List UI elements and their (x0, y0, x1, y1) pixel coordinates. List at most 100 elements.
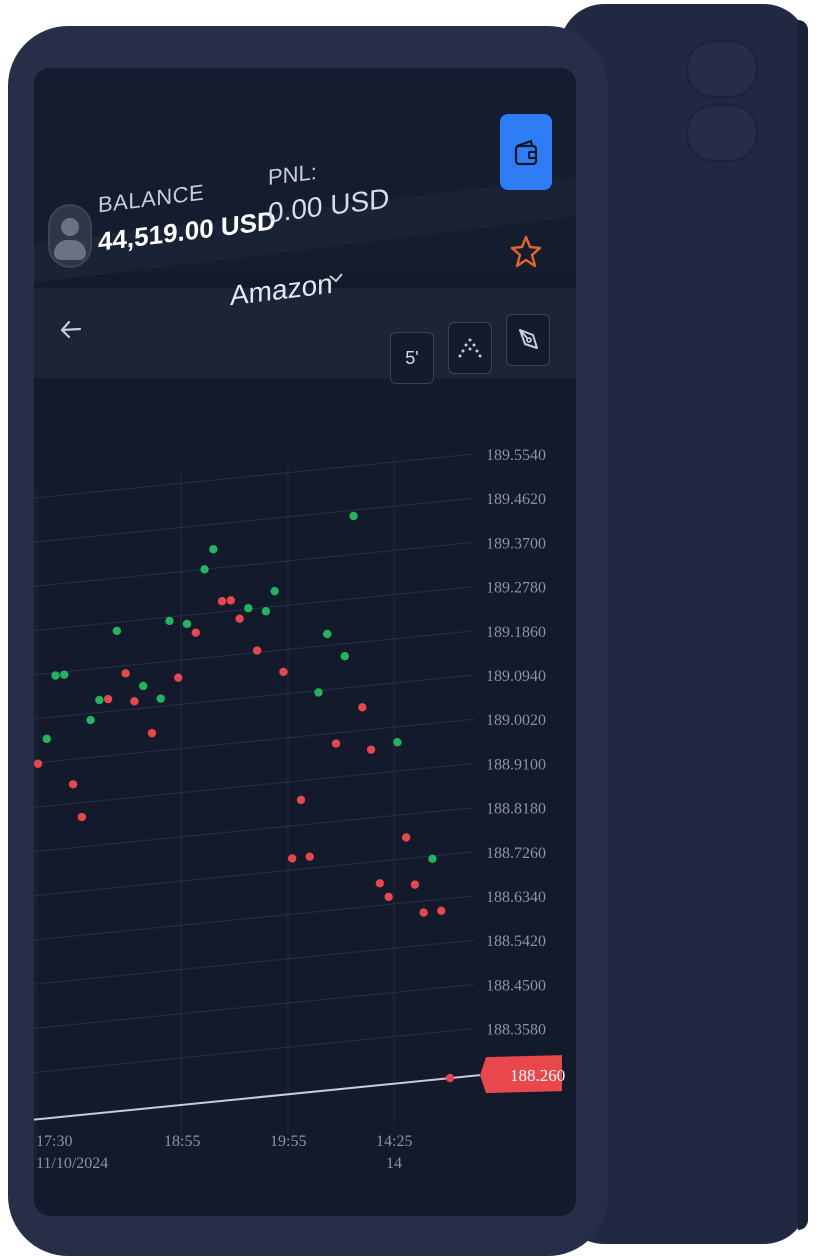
point-down (174, 673, 183, 682)
wallet-icon (514, 139, 538, 166)
scatter-dots-icon (458, 338, 482, 358)
x-tick-date: 14 (386, 1155, 402, 1172)
y-tick-label: 189.1860 (486, 624, 546, 641)
point-up (51, 671, 60, 680)
point-up (95, 695, 104, 705)
point-up (138, 681, 148, 691)
point-down (358, 703, 367, 712)
grid-h-line (34, 895, 475, 941)
grid-h-line (34, 762, 475, 808)
y-tick-label: 189.0020 (486, 712, 546, 729)
point-down (410, 880, 420, 889)
grid-h-line (34, 851, 475, 897)
point-up (200, 565, 209, 574)
point-up (112, 626, 122, 636)
grid-h-line (34, 586, 475, 632)
indicators-button[interactable] (448, 322, 492, 374)
grid-h-line (34, 939, 475, 985)
point-up (165, 616, 174, 626)
pen-tool-icon (519, 329, 538, 349)
point-down (305, 852, 314, 861)
point-down (121, 669, 130, 678)
point-down (235, 614, 244, 623)
point-up (270, 586, 279, 596)
point-up (244, 604, 253, 613)
point-up (340, 652, 350, 661)
point-up (182, 619, 192, 629)
device-back-edge (798, 20, 808, 1230)
point-down (288, 854, 297, 863)
point-down (34, 759, 43, 768)
x-tick-time: 18:55 (164, 1133, 200, 1150)
y-tick-label: 188.3580 (486, 1022, 546, 1039)
price-chart[interactable]: 189.5540 189.4620 189.3700 189.2780 189.1860… (34, 398, 576, 1216)
app-screen: BALANCE 44,519.00 USD PNL: 0.00 USD Amaz… (34, 68, 576, 1216)
wallet-button[interactable] (500, 114, 552, 190)
y-tick-label: 188.6340 (486, 889, 546, 906)
grid-h-line (34, 541, 475, 587)
point-up (156, 694, 165, 703)
point-down (445, 1073, 455, 1083)
chevron-down-icon[interactable] (328, 270, 344, 286)
x-tick-time: 17:30 (36, 1133, 72, 1150)
point-up (393, 738, 402, 747)
point-up (42, 734, 51, 744)
y-tick-label: 188.7260 (486, 845, 546, 862)
grid-h-line (34, 807, 475, 853)
current-price-line (34, 1074, 481, 1121)
camera-bump-top (686, 40, 758, 98)
x-tick-time: 14:25 (376, 1133, 412, 1150)
y-tick-label: 189.3700 (486, 535, 546, 552)
avatar[interactable] (48, 204, 92, 268)
grid-h-line (34, 453, 475, 499)
arrow-left-icon[interactable] (58, 312, 84, 346)
y-tick-label: 189.2780 (486, 580, 546, 597)
point-down (252, 646, 262, 655)
point-down (217, 597, 227, 606)
timeframe-label: 5' (405, 347, 419, 368)
avatar-shoulders (54, 240, 86, 260)
point-down (226, 596, 236, 605)
point-up (60, 670, 69, 679)
point-up (349, 511, 358, 521)
grid-h-line (34, 983, 475, 1029)
point-down (191, 628, 200, 637)
point-down (147, 728, 157, 738)
y-tick-label: 189.5540 (486, 447, 546, 464)
point-down (279, 667, 288, 677)
point-down (384, 892, 393, 902)
y-tick-label: 188.5420 (486, 933, 546, 950)
point-down (130, 697, 139, 706)
point-down (331, 739, 341, 748)
point-up (428, 854, 437, 864)
avatar-head (61, 218, 79, 236)
favorite-button[interactable] (510, 232, 542, 272)
point-down (103, 694, 113, 704)
camera-bump-bottom (686, 104, 758, 162)
star-icon (510, 235, 542, 268)
point-up (314, 688, 323, 697)
point-up (209, 545, 218, 554)
current-price-label: 188.260 (510, 1066, 565, 1085)
timeframe-button[interactable]: 5' (390, 332, 434, 384)
point-up (261, 607, 271, 616)
drawing-tools-button[interactable] (506, 314, 550, 366)
point-down (437, 906, 446, 916)
point-down (375, 879, 385, 888)
point-up (86, 715, 95, 725)
point-down (68, 780, 78, 789)
y-tick-label: 189.4620 (486, 491, 546, 508)
point-up (323, 629, 332, 639)
point-down (77, 812, 87, 822)
y-tick-label: 188.9100 (486, 756, 546, 773)
point-down (419, 908, 428, 917)
grid-h-line (34, 718, 475, 764)
grid-h-line (34, 1028, 475, 1074)
grid-h-line (34, 497, 475, 543)
point-down (296, 795, 306, 805)
y-tick-label: 189.0940 (486, 668, 546, 685)
x-tick-date: 11/10/2024 (36, 1155, 108, 1172)
point-down (366, 745, 376, 754)
x-tick-time: 19:55 (270, 1133, 306, 1150)
y-tick-label: 188.8180 (486, 801, 546, 818)
